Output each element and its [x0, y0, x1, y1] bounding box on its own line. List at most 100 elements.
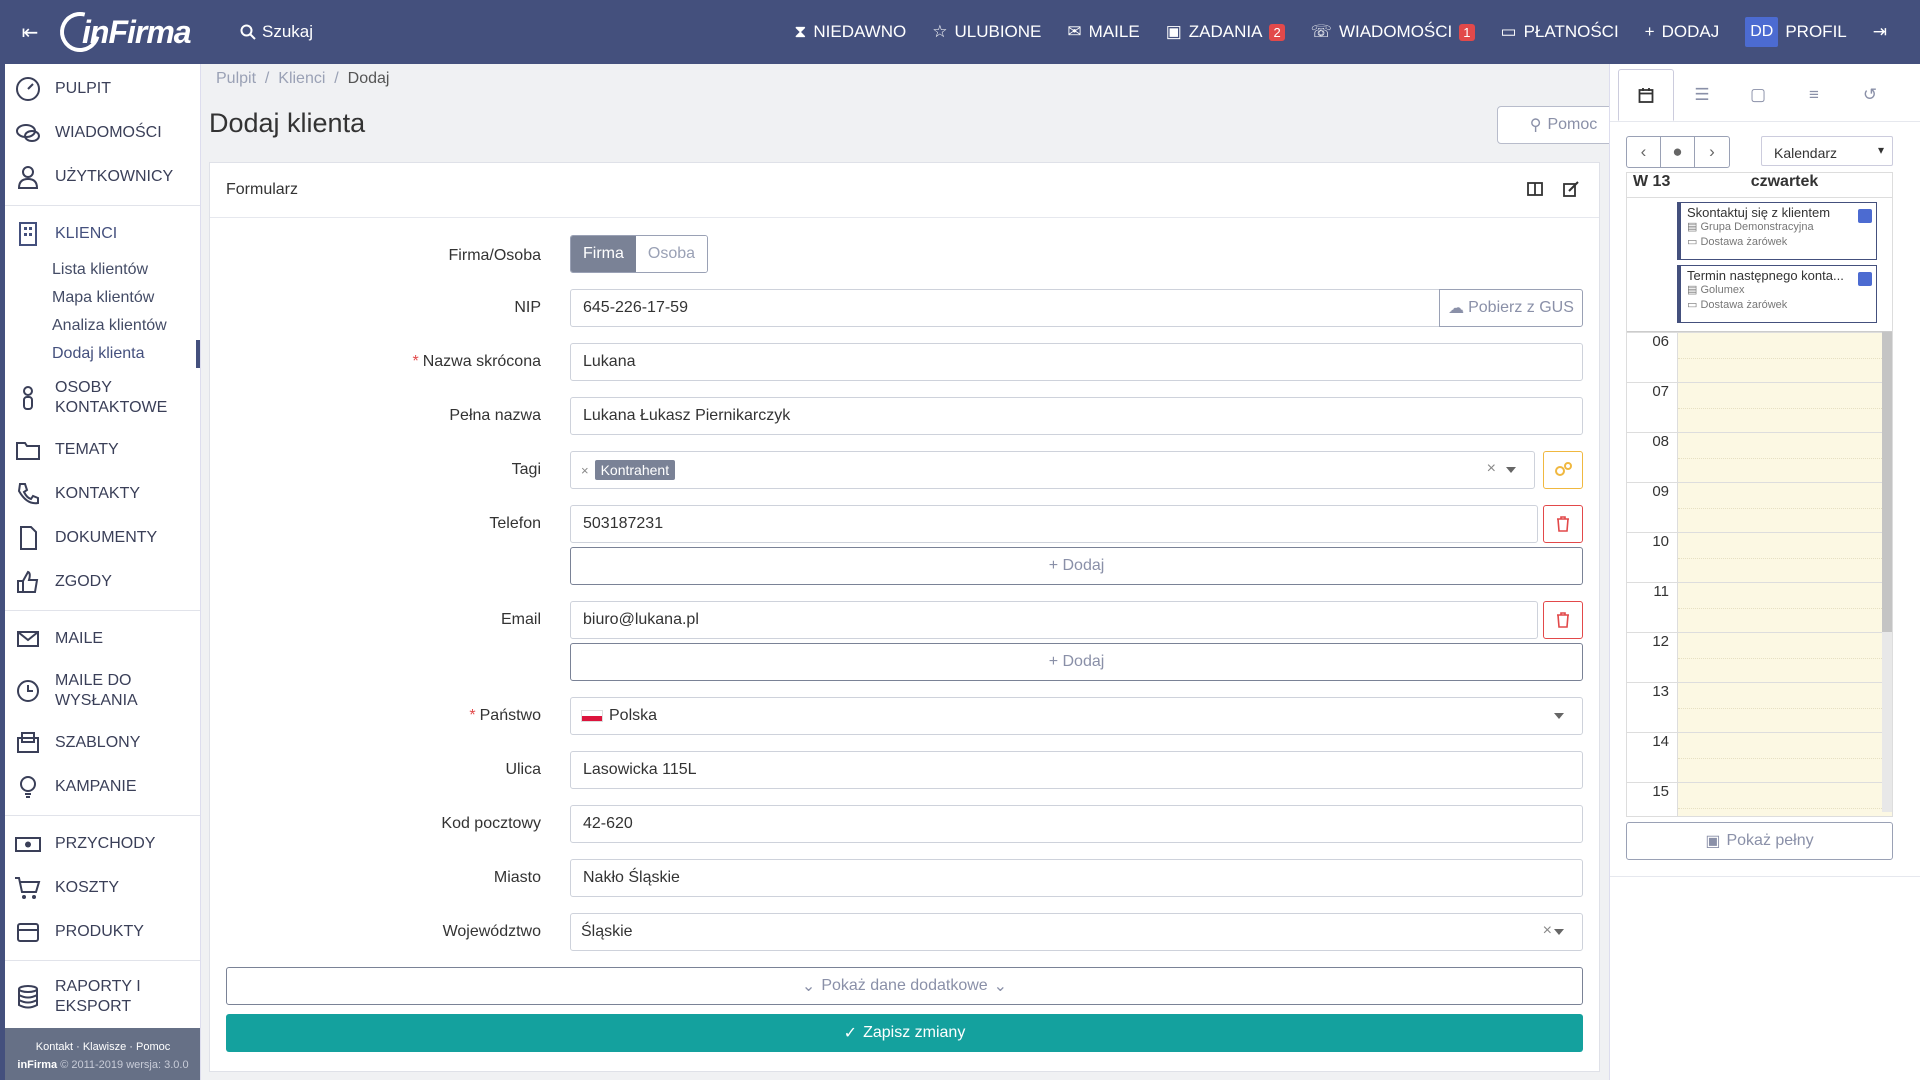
sidebar-item-tematy[interactable]: TEMATY	[5, 428, 200, 472]
nav-zadania[interactable]: ▣ ZADANIA 2	[1153, 22, 1298, 42]
hour-slot[interactable]	[1677, 433, 1892, 482]
tab-list[interactable]: ≡	[1786, 69, 1842, 121]
sidebar-item-produkty[interactable]: PRODUKTY	[5, 910, 200, 954]
hour-row: 14	[1627, 732, 1892, 782]
sidebar-sub-mapa[interactable]: Mapa klientów	[5, 284, 200, 312]
footer-links[interactable]: Kontakt · Klawisze · Pomoc	[5, 1038, 200, 1056]
calendar-header: W 13 czwartek	[1627, 173, 1892, 197]
region-select[interactable]: Śląskie ×	[570, 913, 1583, 951]
chevron-down-icon[interactable]	[1554, 713, 1564, 719]
cart-icon	[13, 873, 43, 903]
sidebar-sub-lista[interactable]: Lista klientów	[5, 256, 200, 284]
nav-profil[interactable]: DD PROFIL	[1732, 17, 1860, 47]
nav-ulubione[interactable]: ☆ ULUBIONE	[919, 22, 1054, 42]
page-title: Dodaj klienta	[209, 108, 366, 138]
breadcrumb-klienci[interactable]: Klienci	[278, 70, 325, 87]
columns-icon[interactable]	[1527, 181, 1543, 197]
tab-history[interactable]: ↺	[1842, 69, 1898, 121]
type-osoba-button[interactable]: Osoba	[635, 236, 708, 272]
calendar-view-select[interactable]: Kalendarz ▾	[1761, 136, 1893, 166]
tag-settings-button[interactable]	[1543, 451, 1583, 489]
nav-dodaj[interactable]: + DODAJ	[1632, 22, 1733, 42]
sidebar-item-klienci[interactable]: KLIENCI	[5, 212, 200, 256]
clear-icon[interactable]: ×	[1487, 460, 1496, 478]
country-select[interactable]: Polska	[570, 697, 1583, 735]
sidebar-item-zgody[interactable]: ZGODY	[5, 560, 200, 604]
chevron-down-icon[interactable]	[1506, 467, 1516, 473]
hour-slot[interactable]	[1677, 683, 1892, 732]
search-button[interactable]: Szukaj	[240, 22, 313, 42]
hour-slot[interactable]	[1677, 633, 1892, 682]
sidebar-item-osoby[interactable]: OSOBY KONTAKTOWE	[5, 368, 200, 428]
logout-icon[interactable]: ⇥	[1860, 22, 1900, 42]
sidebar-item-pulpit[interactable]: PULPIT	[5, 67, 200, 111]
chevron-down-icon[interactable]	[1554, 929, 1564, 935]
calendar-scrollbar[interactable]	[1882, 332, 1892, 812]
hour-slot[interactable]	[1677, 333, 1892, 382]
add-phone-button[interactable]: + Dodaj	[570, 547, 1583, 585]
calendar-event[interactable]: Termin następnego konta... ▤ Golumex ▭ D…	[1677, 265, 1877, 323]
postal-input[interactable]: 42-620	[570, 805, 1583, 843]
logo[interactable]: inFirma	[52, 4, 210, 60]
phone-input[interactable]: 503187231	[570, 505, 1538, 543]
sidebar-item-szablony[interactable]: SZABLONY	[5, 721, 200, 765]
tab-calendar[interactable]	[1618, 69, 1674, 121]
hour-slot[interactable]	[1677, 533, 1892, 582]
nav-niedawno[interactable]: ⧗ NIEDAWNO	[781, 22, 919, 42]
sidebar-item-przychody[interactable]: PRZYCHODY	[5, 822, 200, 866]
delete-email-button[interactable]	[1543, 601, 1583, 639]
save-button[interactable]: ✓ Zapisz zmiany	[226, 1014, 1583, 1052]
full-name-input[interactable]: Lukana Łukasz Piernikarczyk	[570, 397, 1583, 435]
tab-tasks[interactable]: ☰	[1674, 69, 1730, 121]
sidebar-item-koszty[interactable]: KOSZTY	[5, 866, 200, 910]
collapse-sidebar-icon[interactable]: ⇤	[0, 20, 60, 45]
short-name-input[interactable]: Lukana	[570, 343, 1583, 381]
label-tags: Tagi	[511, 461, 541, 478]
show-full-calendar-button[interactable]: ▣ Pokaż pełny	[1626, 822, 1893, 860]
nav-platnosci[interactable]: ▭ PŁATNOŚCI	[1488, 22, 1632, 42]
hour-slot[interactable]	[1677, 783, 1892, 816]
sidebar-sub-analiza[interactable]: Analiza klientów	[5, 312, 200, 340]
today-button[interactable]: ●	[1661, 137, 1695, 167]
breadcrumb-pulpit[interactable]: Pulpit	[216, 70, 256, 87]
sidebar-item-kontakty[interactable]: KONTAKTY	[5, 472, 200, 516]
clear-icon[interactable]: ×	[1543, 922, 1552, 940]
prev-day-button[interactable]: ‹	[1627, 137, 1661, 167]
calendar-allday-area: Skontaktuj się z klientem ▤ Grupa Demons…	[1627, 197, 1892, 332]
sidebar-item-kampanie[interactable]: KAMPANIE	[5, 765, 200, 809]
chat-icon: ☏	[1310, 22, 1332, 41]
required-marker: *	[469, 707, 476, 724]
tab-notes[interactable]: ▢	[1730, 69, 1786, 121]
street-input[interactable]: Lasowicka 115L	[570, 751, 1583, 789]
calendar-event[interactable]: Skontaktuj się z klientem ▤ Grupa Demons…	[1677, 202, 1877, 260]
sidebar-item-wiadomosci[interactable]: WIADOMOŚCI	[5, 111, 200, 155]
hour-slot[interactable]	[1677, 583, 1892, 632]
sidebar-item-uzytkownicy[interactable]: UŻYTKOWNICY	[5, 155, 200, 199]
sidebar-item-maile-do-wyslania[interactable]: MAILE DO WYSŁANIA	[5, 661, 200, 721]
tags-select[interactable]: × Kontrahent ×	[570, 451, 1535, 489]
nip-input[interactable]: 645-226-17-59	[570, 289, 1440, 327]
tag-remove-icon[interactable]: ×	[581, 463, 589, 478]
nav-wiadomosci[interactable]: ☏ WIADOMOŚCI 1	[1298, 22, 1488, 42]
sidebar-item-raporty[interactable]: RAPORTY I EKSPORT	[5, 967, 200, 1027]
hour-slot[interactable]	[1677, 483, 1892, 532]
email-input[interactable]: biuro@lukana.pl	[570, 601, 1538, 639]
sidebar-item-dokumenty[interactable]: DOKUMENTY	[5, 516, 200, 560]
scrollbar-thumb[interactable]	[1882, 332, 1892, 632]
hour-slot[interactable]	[1677, 383, 1892, 432]
city-input[interactable]: Nakło Śląskie	[570, 859, 1583, 897]
sidebar-sub-dodaj[interactable]: Dodaj klienta	[5, 340, 200, 368]
sidebar-item-maile[interactable]: MAILE	[5, 617, 200, 661]
next-day-button[interactable]: ›	[1695, 137, 1729, 167]
note-icon: ▢	[1749, 85, 1767, 104]
sidebar-footer: Kontakt · Klawisze · Pomoc inFirma © 201…	[5, 1028, 200, 1080]
type-firma-button[interactable]: Firma	[571, 236, 636, 272]
add-email-button[interactable]: + Dodaj	[570, 643, 1583, 681]
gus-button[interactable]: ☁ Pobierz z GUS	[1439, 289, 1583, 327]
show-more-button[interactable]: ⌄ Pokaż dane dodatkowe ⌄	[226, 967, 1583, 1005]
label-postal: Kod pocztowy	[441, 815, 541, 832]
nav-maile[interactable]: ✉ MAILE	[1054, 22, 1152, 42]
delete-phone-button[interactable]	[1543, 505, 1583, 543]
edit-icon[interactable]	[1563, 181, 1579, 197]
hour-slot[interactable]	[1677, 733, 1892, 782]
